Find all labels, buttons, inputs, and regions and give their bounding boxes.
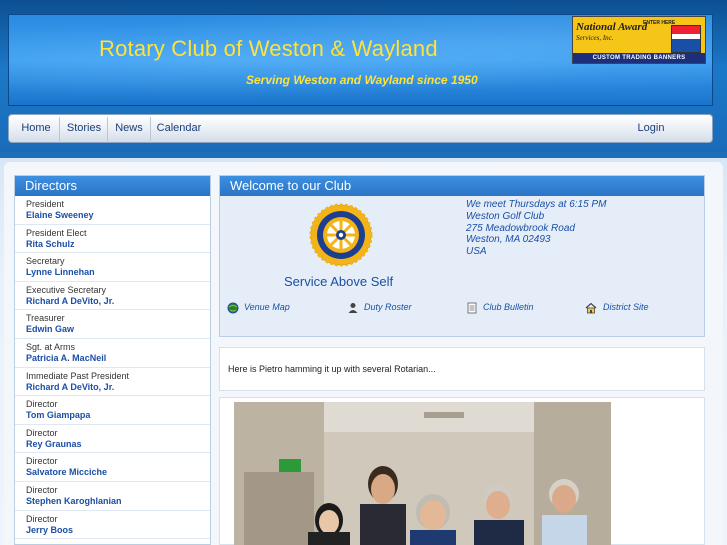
- officer-role: Director: [26, 427, 58, 438]
- meeting-venue: Weston Golf Club: [466, 210, 545, 222]
- officer-role: Executive Secretary: [26, 284, 107, 295]
- ad-brand-name: National Award: [576, 21, 648, 33]
- story-caption[interactable]: Here is Pietro hamming it up with severa…: [228, 364, 436, 374]
- nav-home[interactable]: Home: [15, 115, 57, 142]
- meeting-time: We meet Thursdays at 6:15 PM: [466, 199, 607, 210]
- motto: Service Above Self: [284, 274, 394, 289]
- person-icon[interactable]: [347, 302, 359, 314]
- officer-row: Director Rey Graunas: [15, 425, 210, 454]
- officer-name-link[interactable]: Rey Graunas: [26, 439, 210, 450]
- officer-role: Director: [26, 456, 58, 467]
- site-title[interactable]: Rotary Club of Weston & Wayland: [99, 36, 438, 62]
- house-icon[interactable]: [585, 302, 597, 314]
- venue-map-link[interactable]: Venue Map: [244, 302, 290, 312]
- story-card: Here is Pietro hamming it up with severa…: [219, 347, 705, 391]
- document-icon[interactable]: [466, 302, 478, 314]
- duty-roster-link[interactable]: Duty Roster: [364, 302, 412, 312]
- ad-banner-image: [671, 25, 701, 53]
- officer-role: Director: [26, 484, 58, 495]
- officer-name-link[interactable]: Stephen Karoghlanian: [26, 496, 210, 507]
- rotary-wheel-logo: [309, 203, 373, 267]
- meeting-street: 275 Meadowbrook Road: [466, 222, 575, 234]
- welcome-heading: Welcome to our Club: [220, 176, 704, 196]
- officer-row: Director Jerry Boos: [15, 511, 210, 540]
- main-nav: Home Stories News Calendar Login: [8, 114, 713, 143]
- officer-row: Director Stephen Karoghlanian: [15, 482, 210, 511]
- nav-stories[interactable]: Stories: [61, 115, 107, 142]
- officer-role: Secretary: [26, 256, 65, 267]
- officer-list: President Elaine Sweeney President Elect Ri…: [15, 196, 210, 540]
- officer-row: Executive Secretary Richard A DeVito, Jr.: [15, 282, 210, 311]
- officer-name-link[interactable]: Rita Schulz: [26, 239, 210, 250]
- directors-panel: Directors President Elaine Sweeney Preside…: [14, 175, 211, 545]
- meeting-info: We meet Thursdays at 6:15 PM Weston Golf…: [466, 199, 606, 258]
- nav-news[interactable]: News: [109, 115, 149, 142]
- nav-divider: [107, 117, 108, 141]
- site-tagline: Serving Weston and Wayland since 1950: [246, 73, 478, 87]
- officer-name-link[interactable]: Richard A DeVito, Jr.: [26, 296, 210, 307]
- officer-name-link[interactable]: Tom Giampapa: [26, 410, 210, 421]
- ad-brand-sub: Services, Inc.: [576, 34, 614, 42]
- officer-row: Immediate Past President Richard A DeVito…: [15, 368, 210, 397]
- story-photo-card: [219, 397, 705, 545]
- officer-role: Sgt. at Arms: [26, 341, 76, 352]
- officer-row: President Elect Rita Schulz: [15, 225, 210, 254]
- ad-banner[interactable]: National Award Services, Inc. ENTER HERE…: [572, 16, 706, 64]
- nav-divider: [59, 117, 60, 141]
- officer-row: Director Tom Giampapa: [15, 396, 210, 425]
- district-site-link[interactable]: District Site: [603, 302, 649, 312]
- officer-name-link[interactable]: Lynne Linnehan: [26, 267, 210, 278]
- officer-name-link[interactable]: Jerry Boos: [26, 525, 210, 536]
- officer-name-link[interactable]: Edwin Gaw: [26, 324, 210, 335]
- welcome-panel: Welcome to our Club Service Above Self W…: [219, 175, 705, 337]
- nav-calendar[interactable]: Calendar: [152, 115, 206, 142]
- officer-role: President: [26, 199, 65, 209]
- meeting-country: USA: [466, 246, 487, 258]
- officer-row: President Elaine Sweeney: [15, 196, 210, 225]
- nav-login[interactable]: Login: [629, 115, 673, 142]
- officer-role: Director: [26, 399, 58, 410]
- globe-icon[interactable]: [227, 302, 239, 314]
- officer-role: Treasurer: [26, 313, 65, 324]
- meeting-city: Weston, MA 02493: [466, 234, 551, 246]
- officer-row: Director Salvatore Micciche: [15, 453, 210, 482]
- officer-name-link[interactable]: Richard A DeVito, Jr.: [26, 382, 210, 393]
- officer-row: Sgt. at Arms Patricia A. MacNeil: [15, 339, 210, 368]
- ad-strip: CUSTOM TRADING BANNERS: [573, 53, 705, 63]
- officer-row: Secretary Lynne Linnehan: [15, 253, 210, 282]
- officer-row: Treasurer Edwin Gaw: [15, 310, 210, 339]
- officer-role: Immediate Past President: [26, 370, 130, 381]
- club-bulletin-link[interactable]: Club Bulletin: [483, 302, 534, 312]
- officer-name-link[interactable]: Elaine Sweeney: [26, 210, 210, 221]
- officer-role: President Elect: [26, 227, 87, 238]
- officer-name-link[interactable]: Patricia A. MacNeil: [26, 353, 210, 364]
- story-photo[interactable]: [234, 402, 611, 545]
- directors-heading: Directors: [15, 176, 210, 196]
- officer-role: Director: [26, 513, 58, 524]
- nav-divider: [150, 117, 151, 141]
- officer-name-link[interactable]: Salvatore Micciche: [26, 467, 210, 478]
